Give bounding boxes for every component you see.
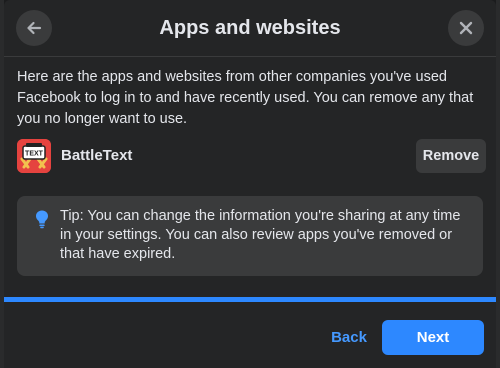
remove-button[interactable]: Remove: [416, 139, 486, 173]
apps-websites-dialog: Apps and websites Here are the apps and …: [4, 0, 496, 368]
battletext-logo-icon: TEXT: [17, 139, 51, 173]
close-button[interactable]: [448, 10, 484, 46]
app-logo[interactable]: TEXT: [17, 139, 51, 173]
progress-bar: [4, 297, 496, 302]
next-button[interactable]: Next: [382, 320, 484, 355]
dialog-header: Apps and websites: [4, 0, 496, 57]
dialog-description: Here are the apps and websites from othe…: [17, 69, 474, 127]
tip-text: Tip: You can change the information you'…: [60, 208, 461, 262]
svg-text:TEXT: TEXT: [25, 151, 44, 158]
app-name: BattleText: [61, 147, 133, 164]
back-link[interactable]: Back: [324, 321, 374, 355]
arrow-left-icon: [27, 21, 42, 35]
lightbulb-icon: [36, 210, 48, 229]
app-row: TEXT BattleText Remove: [16, 137, 486, 175]
progress-fill: [4, 297, 496, 302]
dialog-title: Apps and websites: [159, 17, 341, 39]
close-icon: [459, 21, 473, 35]
backdrop-strip-right: [496, 0, 500, 368]
tip-box: Tip: You can change the information you'…: [17, 196, 483, 276]
back-button[interactable]: [16, 10, 52, 46]
